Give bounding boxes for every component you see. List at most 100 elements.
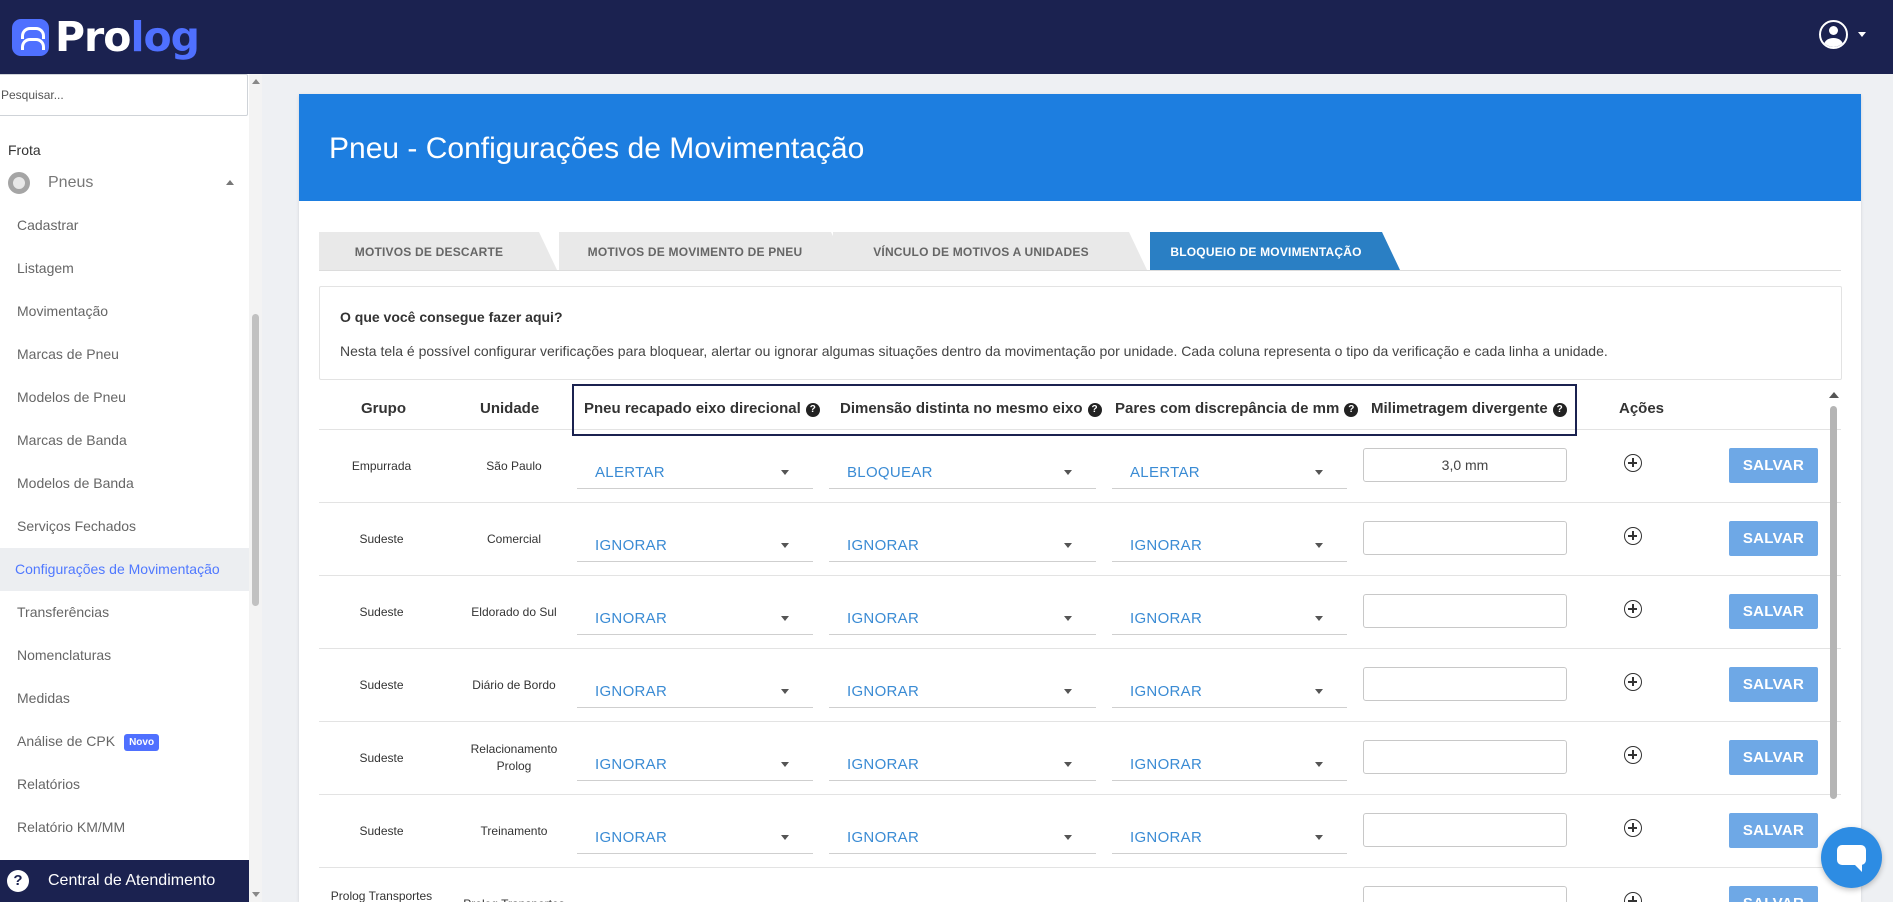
tab[interactable]: Motivos de descarte xyxy=(319,232,557,270)
select-recapado[interactable]: IGNORAR xyxy=(577,820,813,854)
cell-grupo: Sudeste xyxy=(359,678,404,692)
caret-down-icon xyxy=(781,470,789,475)
select-dimensao[interactable]: IGNORAR xyxy=(829,601,1096,635)
milimetragem-input[interactable] xyxy=(1363,886,1567,902)
cell-unidade: São Paulo xyxy=(486,459,542,473)
user-avatar-icon[interactable] xyxy=(1819,20,1848,49)
sidebar-item[interactable]: Modelos de Pneu xyxy=(0,376,249,419)
add-circle-icon[interactable] xyxy=(1624,819,1642,837)
sidebar-item[interactable]: Relatório KM/MM xyxy=(0,806,249,849)
select-value: IGNORAR xyxy=(847,756,920,773)
sidebar-scrollbar[interactable] xyxy=(249,74,262,902)
add-circle-icon[interactable] xyxy=(1624,892,1642,902)
helpdesk-button[interactable]: ? Central de Atendimento xyxy=(0,860,249,902)
sidebar-item[interactable]: Medidas xyxy=(0,677,249,720)
add-circle-icon[interactable] xyxy=(1624,527,1642,545)
sidebar-search-input[interactable] xyxy=(0,74,248,116)
select-dimensao[interactable]: IGNORAR xyxy=(829,747,1096,781)
user-menu[interactable] xyxy=(1819,20,1866,49)
select-value: IGNORAR xyxy=(847,537,920,554)
milimetragem-input[interactable] xyxy=(1363,813,1567,847)
table-row: Sudeste Relacionamento Prolog IGNORAR IGNOR… xyxy=(319,722,1841,795)
top-bar: Prolog xyxy=(0,0,1893,74)
sidebar-item[interactable]: Listagem xyxy=(0,247,249,290)
table-row: Sudeste Treinamento IGNORAR IGNORAR IGNORAR S… xyxy=(319,795,1841,868)
milimetragem-input[interactable] xyxy=(1363,521,1567,555)
sidebar-item[interactable]: Serviços Fechados xyxy=(0,505,249,548)
tab[interactable]: Motivos de movimento de pneu xyxy=(559,232,849,270)
select-dimensao[interactable]: IGNORAR xyxy=(829,674,1096,708)
sidebar-item-label: Nomenclaturas xyxy=(17,647,112,663)
tab-bar: Motivos de descarte Motivos de movimento … xyxy=(319,232,1841,271)
select-recapado[interactable]: IGNORAR xyxy=(577,674,813,708)
select-pares[interactable]: IGNORAR xyxy=(1112,893,1347,902)
scroll-up-arrow-icon[interactable] xyxy=(1829,392,1839,398)
add-circle-icon[interactable] xyxy=(1624,454,1642,472)
caret-down-icon xyxy=(781,616,789,621)
add-circle-icon[interactable] xyxy=(1624,746,1642,764)
sidebar-item-label: Cadastrar xyxy=(17,217,79,233)
sidebar-scroll-thumb[interactable] xyxy=(252,314,259,606)
milimetragem-input[interactable] xyxy=(1363,448,1567,482)
tab[interactable]: Bloqueio de movimentação xyxy=(1150,232,1400,270)
save-button[interactable]: SALVAR xyxy=(1729,594,1818,629)
sidebar-item[interactable]: Modelos de Banda xyxy=(0,462,249,505)
cell-unidade: Comercial xyxy=(486,532,541,546)
chat-icon[interactable] xyxy=(1821,827,1882,888)
save-button[interactable]: SALVAR xyxy=(1729,886,1818,902)
cell-unidade: Relacionamento Prolog xyxy=(470,742,558,773)
table-scrollbar[interactable] xyxy=(1827,390,1840,902)
header-grupo: Grupo xyxy=(361,400,406,417)
sidebar-group-pneus[interactable]: Pneus xyxy=(8,172,234,194)
table-body: Empurrada São Paulo ALERTAR BLOQUEAR ALERTAR… xyxy=(319,430,1841,902)
sidebar-item[interactable]: Nomenclaturas xyxy=(0,634,249,677)
save-button[interactable]: SALVAR xyxy=(1729,813,1818,848)
sidebar-item[interactable]: Transferências xyxy=(0,591,249,634)
sidebar-group-label: Pneus xyxy=(48,174,94,191)
select-value: BLOQUEAR xyxy=(847,464,933,481)
select-pares[interactable]: ALERTAR xyxy=(1112,455,1347,489)
select-pares[interactable]: IGNORAR xyxy=(1112,674,1347,708)
sidebar-item[interactable]: Marcas de Pneu xyxy=(0,333,249,376)
scroll-up-arrow-icon[interactable] xyxy=(252,79,260,84)
tab[interactable]: Vínculo de motivos a unidades xyxy=(833,232,1147,270)
table-scroll-thumb[interactable] xyxy=(1830,406,1837,799)
scroll-down-arrow-icon[interactable] xyxy=(252,892,260,897)
sidebar-item-label: Relatórios xyxy=(17,776,81,792)
select-recapado[interactable]: IGNORAR xyxy=(577,601,813,635)
select-pares[interactable]: IGNORAR xyxy=(1112,528,1347,562)
sidebar-item[interactable]: Marcas de Banda xyxy=(0,419,249,462)
select-dimensao[interactable]: BLOQUEAR xyxy=(829,455,1096,489)
save-button[interactable]: SALVAR xyxy=(1729,521,1818,556)
save-button[interactable]: SALVAR xyxy=(1729,448,1818,483)
sidebar-item[interactable]: Movimentação xyxy=(0,290,249,333)
milimetragem-input[interactable] xyxy=(1363,740,1567,774)
save-button[interactable]: SALVAR xyxy=(1729,740,1818,775)
caret-down-icon xyxy=(781,762,789,767)
select-recapado[interactable]: IGNORAR xyxy=(577,528,813,562)
milimetragem-input[interactable] xyxy=(1363,594,1567,628)
chevron-up-icon[interactable] xyxy=(226,180,234,185)
select-dimensao[interactable]: IGNORAR xyxy=(829,528,1096,562)
sidebar-item[interactable]: Configurações de Movimentação xyxy=(0,548,249,591)
sidebar-item[interactable]: Cadastrar xyxy=(0,204,249,247)
select-recapado[interactable]: ALERTAR xyxy=(577,455,813,489)
add-circle-icon[interactable] xyxy=(1624,673,1642,691)
select-dimensao[interactable]: IGNORAR xyxy=(829,893,1096,902)
select-recapado[interactable]: IGNORAR xyxy=(577,747,813,781)
select-pares[interactable]: IGNORAR xyxy=(1112,747,1347,781)
caret-down-icon xyxy=(1064,762,1072,767)
tire-icon xyxy=(8,172,30,194)
milimetragem-input[interactable] xyxy=(1363,667,1567,701)
select-dimensao[interactable]: IGNORAR xyxy=(829,820,1096,854)
select-pares[interactable]: IGNORAR xyxy=(1112,601,1347,635)
save-button[interactable]: SALVAR xyxy=(1729,667,1818,702)
select-value: IGNORAR xyxy=(1130,829,1203,846)
sidebar-item[interactable]: Análise de CPK Novo xyxy=(0,720,249,763)
select-recapado[interactable]: IGNORAR xyxy=(577,893,813,902)
add-circle-icon[interactable] xyxy=(1624,600,1642,618)
prolog-logo[interactable]: Prolog xyxy=(12,13,200,61)
sidebar-item[interactable]: Relatórios xyxy=(0,763,249,806)
chevron-down-icon[interactable] xyxy=(1858,32,1866,37)
select-pares[interactable]: IGNORAR xyxy=(1112,820,1347,854)
